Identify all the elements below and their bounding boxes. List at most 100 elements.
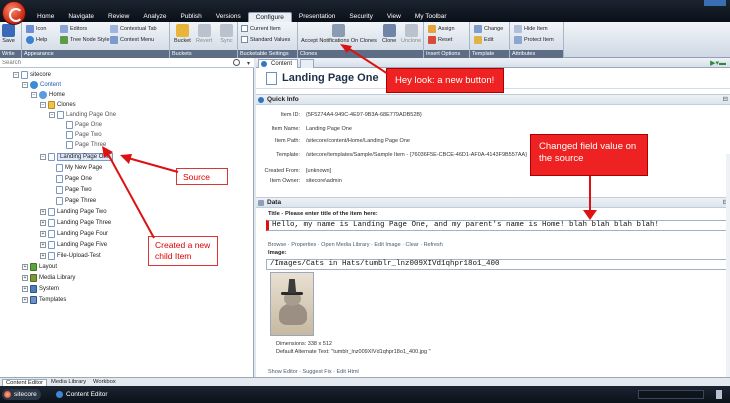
- tree-node-templates[interactable]: + Templates: [22, 295, 66, 304]
- tree-node-clone-landing-page-one[interactable]: − Landing Page One: [49, 110, 116, 119]
- contextual-tab-icon: [110, 25, 118, 33]
- standard-values-checkbox[interactable]: Standard Values: [241, 36, 290, 43]
- ribbon-group-insert-options: Assign Reset Insert Options: [424, 22, 470, 58]
- chevron-down-icon[interactable]: ▾: [247, 60, 250, 67]
- reset-button[interactable]: Reset: [428, 36, 452, 44]
- tab-review[interactable]: Review: [101, 12, 136, 22]
- context-menu-button[interactable]: Context Menu: [110, 36, 154, 44]
- page-icon: [266, 72, 277, 85]
- editor-tabs: Content Editor Media Library Workbox: [0, 377, 730, 386]
- collapse-icon[interactable]: −: [22, 81, 28, 88]
- tab-presentation[interactable]: Presentation: [292, 12, 343, 22]
- editors-button[interactable]: Editors: [60, 25, 87, 33]
- revert-button[interactable]: Revert: [196, 24, 212, 44]
- collapse-icon[interactable]: −: [40, 101, 46, 108]
- tree-node-sitecore[interactable]: − sitecore: [13, 70, 51, 79]
- image-thumbnail[interactable]: [270, 272, 314, 336]
- image-path-input[interactable]: /Images/Cats in Hats/tumblr_lnz009XIVd1q…: [266, 259, 728, 270]
- current-item-checkbox[interactable]: Current Item: [241, 25, 281, 32]
- accept-notifications-button[interactable]: Accept Notifications On Clones: [301, 24, 377, 44]
- search-icon[interactable]: [233, 59, 240, 66]
- icon-button[interactable]: Icon: [26, 25, 46, 33]
- taskbar-tray-area[interactable]: [638, 390, 704, 399]
- content-globe-icon: [30, 80, 38, 89]
- quick-info-section-header[interactable]: Quick Info ⊟: [256, 94, 730, 105]
- expand-icon[interactable]: +: [40, 208, 46, 215]
- tab-view[interactable]: View: [380, 12, 408, 22]
- tab-publish[interactable]: Publish: [173, 12, 208, 22]
- assign-button[interactable]: Assign: [428, 25, 455, 33]
- tab-configure[interactable]: Configure: [247, 12, 292, 22]
- tab-content-editor[interactable]: Content Editor: [2, 379, 48, 386]
- tree-node-page-one[interactable]: Page One: [56, 174, 92, 183]
- title-field-input[interactable]: Hello, my name is Landing Page One, and …: [266, 220, 728, 231]
- tree-node-my-new-page[interactable]: My New Page: [56, 163, 102, 172]
- collapse-icon[interactable]: −: [13, 71, 19, 78]
- sitecore-start-button[interactable]: sitecore: [2, 389, 41, 400]
- tree-node-page-three[interactable]: Page Three: [56, 196, 96, 205]
- expand-icon[interactable]: +: [22, 274, 28, 281]
- vertical-scrollbar[interactable]: [726, 154, 730, 377]
- page-icon: [48, 218, 55, 227]
- protect-item-button[interactable]: Protect Item: [514, 36, 554, 44]
- tab-navigate[interactable]: Navigate: [61, 12, 101, 22]
- collapse-icon[interactable]: −: [40, 153, 46, 160]
- tab-versions[interactable]: Versions: [209, 12, 248, 22]
- accept-notifications-icon: [332, 24, 346, 37]
- tab-workbox[interactable]: Workbox: [90, 379, 119, 386]
- tree-node-file-upload-test[interactable]: + File-Upload-Test: [40, 251, 101, 260]
- tray-icon[interactable]: [716, 390, 722, 399]
- current-item-check-icon: [241, 25, 248, 32]
- bucket-button[interactable]: Bucket: [174, 24, 191, 44]
- tree-node-landing-page-five[interactable]: + Landing Page Five: [40, 240, 107, 249]
- tab-security[interactable]: Security: [342, 12, 379, 22]
- contextual-tab-button[interactable]: Contextual Tab: [110, 25, 157, 33]
- tree-node-content[interactable]: − Content: [22, 80, 61, 89]
- collapse-icon[interactable]: ⊟: [723, 95, 728, 105]
- expand-icon[interactable]: +: [40, 230, 46, 237]
- unclone-button[interactable]: Unclone: [401, 24, 421, 44]
- tree-node-media-library[interactable]: + Media Library: [22, 273, 75, 282]
- tree-node-clone-page-two[interactable]: Page Two: [66, 130, 102, 139]
- tree-node-home[interactable]: − Home: [31, 90, 65, 99]
- image-field-actions[interactable]: Browse · Properties · Open Media Library…: [268, 242, 443, 248]
- expand-icon[interactable]: +: [40, 241, 46, 248]
- change-template-button[interactable]: Change: [474, 25, 503, 33]
- ribbon-group-buckets: Bucket Revert Sync Buckets: [170, 22, 238, 58]
- taskbar-content-editor[interactable]: Content Editor: [54, 389, 112, 400]
- expand-icon[interactable]: +: [40, 219, 46, 226]
- sync-button[interactable]: Sync: [220, 24, 233, 44]
- collapse-icon[interactable]: −: [49, 111, 55, 118]
- tree-node-system[interactable]: + System: [22, 284, 59, 293]
- tree-node-clones[interactable]: − Clones: [40, 100, 76, 109]
- clone-button[interactable]: Clone: [382, 24, 396, 44]
- hide-item-button[interactable]: Hide Item: [514, 25, 548, 33]
- tree-node-style-button[interactable]: Tree Node Style: [60, 36, 110, 44]
- data-section-header[interactable]: Data ⊟: [256, 197, 730, 208]
- expand-icon[interactable]: +: [40, 252, 46, 259]
- tree-node-clone-page-one[interactable]: Page One: [66, 120, 102, 129]
- expand-icon[interactable]: +: [22, 285, 28, 292]
- tree-node-layout[interactable]: + Layout: [22, 262, 57, 271]
- save-button[interactable]: Save: [2, 24, 15, 44]
- search-input[interactable]: [2, 59, 222, 67]
- rich-text-actions[interactable]: Show Editor · Suggest Fix · Edit Html: [268, 369, 359, 375]
- tree-node-landing-page-four[interactable]: + Landing Page Four: [40, 229, 108, 238]
- navigation-arrows-icon[interactable]: ▶▾▬: [710, 59, 726, 67]
- edit-template-button[interactable]: Edit: [474, 36, 493, 44]
- tree-node-landing-page-two[interactable]: + Landing Page Two: [40, 207, 107, 216]
- sitecore-logo-icon[interactable]: [2, 1, 26, 25]
- section-icon: [258, 200, 264, 206]
- window-controls[interactable]: [704, 0, 726, 6]
- tab-media-library[interactable]: Media Library: [48, 379, 89, 386]
- tab-home[interactable]: Home: [30, 12, 61, 22]
- tab-my-toolbar[interactable]: My Toolbar: [408, 12, 454, 22]
- expand-icon[interactable]: +: [22, 263, 28, 270]
- collapse-icon[interactable]: −: [31, 91, 37, 98]
- tab-content[interactable]: Content: [258, 59, 299, 68]
- tab-analyze[interactable]: Analyze: [136, 12, 173, 22]
- tree-node-page-two[interactable]: Page Two: [56, 185, 92, 194]
- tab-extra[interactable]: [300, 59, 314, 68]
- expand-icon[interactable]: +: [22, 296, 28, 303]
- help-button[interactable]: Help: [26, 36, 47, 44]
